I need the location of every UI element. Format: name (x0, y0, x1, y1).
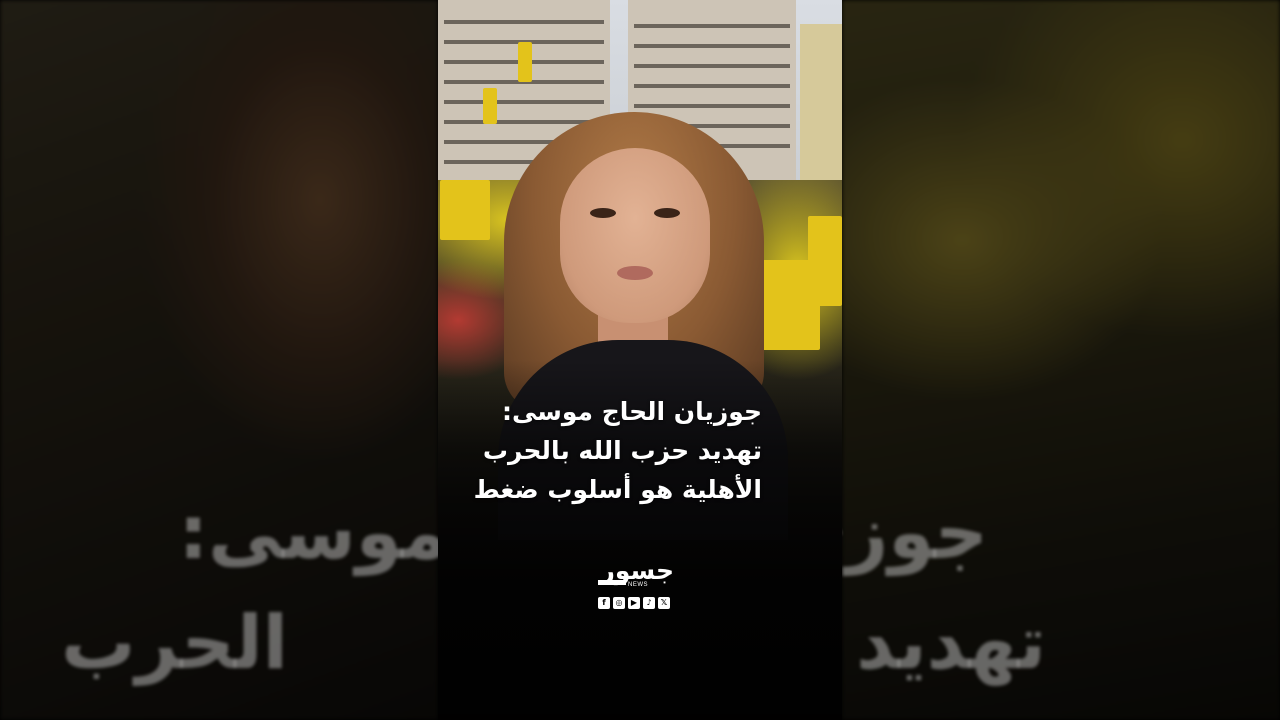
youtube-icon: ▶ (628, 597, 640, 609)
headline-line3: الأهلية هو أسلوب ضغط (473, 475, 762, 504)
social-icons: f ◎ ▶ ♪ 𝕏 (598, 597, 670, 609)
flag (808, 216, 842, 306)
headline: جوزيان الحاج موسى: تهديد حزب الله بالحرب… (442, 392, 762, 509)
logo-news-text: NEWS (628, 582, 648, 588)
background-text-line1-right: جوزي (842, 490, 988, 576)
headline-line1: جوزيان الحاج موسى: (501, 397, 762, 426)
flag (483, 88, 497, 124)
background-text-line2-left: الحرب (61, 600, 288, 686)
lips (617, 266, 653, 280)
headline-line2: تهديد حزب الله بالحرب (482, 436, 762, 465)
eye (654, 208, 680, 218)
video-frame[interactable]: جوزيان الحاج موسى: تهديد حزب الله بالحرب… (438, 0, 842, 720)
background-text-line2-right: تهديد (856, 600, 1046, 686)
background-text-line1-left: موسى: (178, 490, 438, 576)
eye (590, 208, 616, 218)
brand-logo: جسور NEWS (598, 556, 678, 590)
x-icon: 𝕏 (658, 597, 670, 609)
flag (440, 180, 490, 240)
background-left-panel: موسى: الحرب (0, 0, 438, 720)
background-right-panel: جوزي تهديد (842, 0, 1280, 720)
person-face (560, 148, 710, 323)
tiktok-icon: ♪ (643, 597, 655, 609)
flag (518, 42, 532, 82)
instagram-icon: ◎ (613, 597, 625, 609)
building-right (800, 24, 842, 184)
logo-arabic-text: جسور (600, 556, 674, 585)
facebook-icon: f (598, 597, 610, 609)
